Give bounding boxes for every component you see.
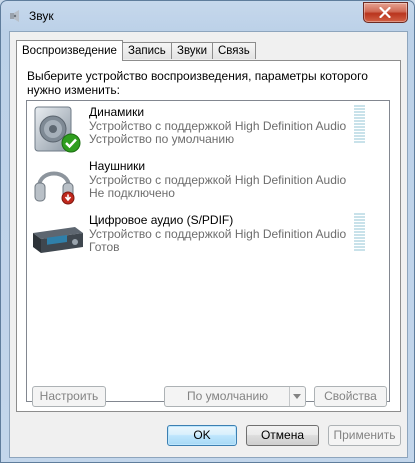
chevron-down-icon: [293, 394, 301, 399]
digital-audio-icon: [31, 213, 85, 263]
device-description: Устройство с поддержкой High Definition …: [89, 227, 347, 241]
device-description: Устройство с поддержкой High Definition …: [89, 119, 347, 133]
device-name: Наушники: [89, 159, 146, 173]
device-digital-audio[interactable]: Цифровое аудио (S/PDIF) Устройство с под…: [27, 211, 387, 265]
device-description: Устройство с поддержкой High Definition …: [89, 173, 347, 187]
default-check-icon: [61, 133, 81, 153]
device-name: Цифровое аудио (S/PDIF): [89, 213, 234, 227]
device-list[interactable]: Динамики Устройство с поддержкой High De…: [26, 100, 390, 402]
set-default-label: По умолчанию: [187, 389, 269, 403]
configure-button[interactable]: Настроить: [32, 386, 106, 407]
apply-button[interactable]: Применить: [328, 425, 401, 446]
close-icon: [379, 7, 391, 18]
tab-recording[interactable]: Запись: [122, 42, 172, 59]
playback-panel: Выберите устройство воспроизведения, пар…: [16, 60, 401, 412]
disconnected-icon: [61, 191, 75, 205]
tab-sounds[interactable]: Звуки: [171, 42, 214, 59]
speakers-icon: [31, 105, 85, 155]
close-button[interactable]: [363, 2, 408, 23]
device-status: Не подключено: [89, 186, 175, 200]
headphones-icon: [31, 159, 85, 209]
properties-button[interactable]: Свойства: [314, 386, 387, 407]
set-default-dropdown[interactable]: [289, 387, 305, 406]
device-headphones[interactable]: Наушники Устройство с поддержкой High De…: [27, 157, 387, 211]
dialog-body: Воспроизведение Запись Звуки Связь Выбер…: [9, 31, 408, 458]
device-status: Готов: [89, 240, 120, 254]
device-status: Устройство по умолчанию: [89, 132, 235, 146]
instruction-text: Выберите устройство воспроизведения, пар…: [27, 69, 368, 97]
level-meter: [354, 213, 365, 252]
device-name: Динамики: [89, 105, 145, 119]
level-meter: [354, 105, 365, 144]
speaker-icon: [9, 9, 23, 23]
tab-communications[interactable]: Связь: [212, 42, 256, 59]
sound-dialog: Звук Воспроизведение Запись Звуки Связь …: [0, 0, 415, 463]
set-default-split-button[interactable]: По умолчанию: [164, 386, 306, 407]
window-title: Звук: [29, 9, 54, 23]
device-speakers[interactable]: Динамики Устройство с поддержкой High De…: [27, 103, 387, 157]
ok-button[interactable]: OK: [167, 425, 237, 446]
cancel-button[interactable]: Отмена: [246, 425, 319, 446]
tab-playback[interactable]: Воспроизведение: [16, 40, 123, 61]
title-bar[interactable]: Звук: [1, 1, 414, 31]
